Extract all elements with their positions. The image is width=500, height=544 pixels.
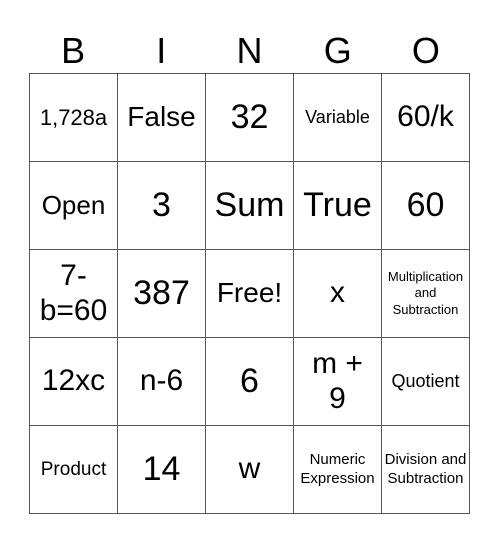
bingo-cell[interactable]: True (294, 162, 382, 250)
header-letter-n: N (236, 30, 263, 71)
bingo-cell[interactable]: 14 (118, 426, 206, 514)
bingo-header: B I N G O (29, 28, 470, 73)
bingo-cell[interactable]: Variable (294, 74, 382, 162)
bingo-cell[interactable]: 60 (382, 162, 470, 250)
bingo-cell[interactable]: 1,728a (30, 74, 118, 162)
bingo-grid: 1,728a False 32 Variable 60/k Open 3 Sum… (29, 73, 470, 514)
header-letter-b: B (61, 30, 86, 71)
bingo-cell[interactable]: Open (30, 162, 118, 250)
bingo-cell[interactable]: x (294, 250, 382, 338)
bingo-cell[interactable]: Sum (206, 162, 294, 250)
bingo-cell[interactable]: 7- b=60 (30, 250, 118, 338)
header-letter-o: O (411, 30, 440, 71)
bingo-cell[interactable]: n-6 (118, 338, 206, 426)
bingo-cell[interactable]: Quotient (382, 338, 470, 426)
bingo-cell[interactable]: 6 (206, 338, 294, 426)
header-letter-g: G (323, 30, 352, 71)
bingo-cell[interactable]: 3 (118, 162, 206, 250)
bingo-cell[interactable]: False (118, 74, 206, 162)
bingo-cell[interactable]: Division and Subtraction (382, 426, 470, 514)
bingo-cell[interactable]: m + 9 (294, 338, 382, 426)
bingo-cell[interactable]: Product (30, 426, 118, 514)
bingo-cell[interactable]: 12xc (30, 338, 118, 426)
bingo-cell[interactable]: 387 (118, 250, 206, 338)
bingo-cell[interactable]: 32 (206, 74, 294, 162)
bingo-cell[interactable]: Numeric Expression (294, 426, 382, 514)
bingo-cell[interactable]: Multiplication and Subtraction (382, 250, 470, 338)
bingo-cell[interactable]: w (206, 426, 294, 514)
free-space-cell[interactable]: Free! (206, 250, 294, 338)
bingo-cell[interactable]: 60/k (382, 74, 470, 162)
header-letter-i: I (156, 30, 167, 71)
